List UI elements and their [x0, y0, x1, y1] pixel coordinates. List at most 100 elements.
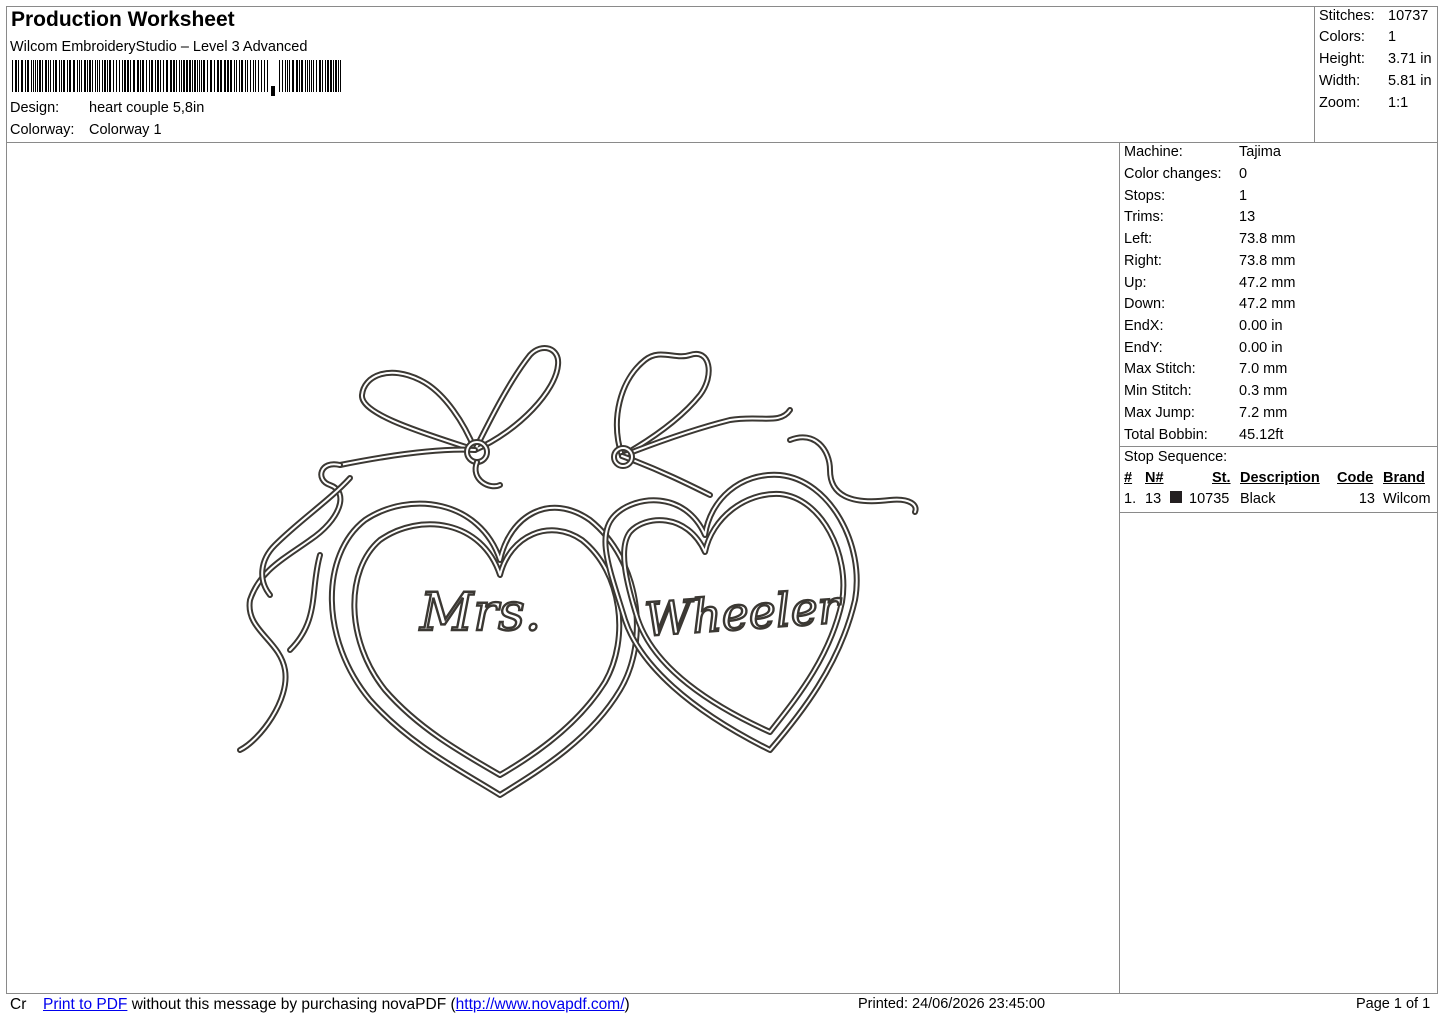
heart-left: [328, 500, 640, 798]
barcode-bar: [279, 60, 280, 92]
row-index: 1.: [1124, 491, 1137, 507]
barcode-bar: [42, 60, 43, 92]
barcode-bar: [140, 60, 141, 92]
design-preview: Mrs. Wheeler: [237, 344, 919, 798]
barcode-bar: [59, 60, 60, 92]
barcode-bar: [107, 60, 108, 92]
barcode-bar: [264, 60, 265, 92]
total-bobbin-label: Total Bobbin:: [1124, 427, 1208, 443]
barcode-bar: [63, 60, 65, 92]
barcode-bar: [84, 60, 86, 92]
barcode-bar: [79, 60, 80, 92]
left-label: Left:: [1124, 231, 1153, 247]
barcode-bar: [27, 60, 29, 92]
barcode-bar: [116, 60, 117, 92]
barcode-bar: [12, 60, 13, 92]
barcode-bar: [289, 60, 290, 92]
barcode-bar: [87, 60, 88, 92]
barcode-bar: [258, 60, 259, 92]
barcode-bar: [137, 60, 139, 92]
barcode-bar: [142, 60, 144, 92]
barcode-bar: [53, 60, 54, 92]
design-text-left: Mrs.: [419, 583, 541, 643]
barcode-bar: [335, 60, 337, 92]
barcode-bar: [234, 60, 235, 92]
barcode-bar: [203, 60, 205, 92]
barcode-bar: [330, 60, 332, 92]
stops-label: Stops:: [1124, 188, 1166, 204]
col-brand-header: Brand: [1383, 470, 1425, 486]
color-changes-value: 0: [1239, 166, 1248, 182]
right-label: Right:: [1124, 253, 1162, 269]
barcode-bar: [267, 60, 268, 92]
footer-prefix: Cr: [10, 996, 27, 1013]
barcode-bar: [220, 60, 222, 92]
barcode-bar: [127, 60, 129, 92]
summary-height-label: Height:: [1319, 51, 1365, 67]
barcode-bar: [241, 60, 243, 92]
barcode-bar: [166, 60, 168, 92]
right-value: 73.8 mm: [1239, 253, 1296, 269]
colorway-value: Colorway 1: [89, 122, 162, 138]
header-divider: [6, 142, 1438, 143]
row-stitches: 10735: [1189, 491, 1230, 507]
barcode-bar: [301, 60, 303, 92]
barcode-bar: [55, 60, 57, 92]
summary-stitches-label: Stitches:: [1319, 8, 1375, 24]
barcode-bar: [210, 60, 212, 92]
footer-suffix: ): [624, 996, 630, 1013]
barcode-bar: [207, 60, 208, 92]
barcode-bar: [18, 60, 19, 92]
left-value: 73.8 mm: [1239, 231, 1296, 247]
novapdf-url-link[interactable]: http://www.novapdf.com/: [456, 996, 625, 1013]
barcode-bar: [95, 60, 96, 92]
barcode-bar: [99, 60, 100, 92]
stops-value: 1: [1239, 188, 1248, 204]
barcode-bar: [133, 60, 135, 92]
barcode-bar: [48, 60, 49, 92]
barcode-bar: [109, 60, 111, 92]
info-stop-divider: [1119, 446, 1438, 447]
barcode-bar: [285, 60, 286, 92]
barcode-bar: [236, 60, 237, 92]
barcode-bar: [173, 60, 175, 92]
barcode-bar: [69, 60, 71, 92]
barcode-bar: [37, 60, 38, 92]
page-title: Production Worksheet: [11, 8, 235, 31]
machine-label: Machine:: [1124, 144, 1183, 160]
max-jump-label: Max Jump:: [1124, 405, 1195, 421]
software-name: Wilcom EmbroideryStudio – Level 3 Advanc…: [10, 39, 308, 55]
max-stitch-value: 7.0 mm: [1239, 361, 1288, 377]
barcode-bar: [250, 60, 251, 92]
print-to-pdf-link[interactable]: Print to PDF: [43, 996, 127, 1013]
barcode-bar: [25, 60, 26, 92]
machine-value: Tajima: [1239, 144, 1281, 160]
summary-width-label: Width:: [1319, 73, 1361, 89]
barcode-bar: [292, 60, 294, 92]
barcode-bar: [179, 60, 180, 92]
barcode-bar: [119, 60, 120, 92]
barcode-bar: [67, 60, 68, 92]
down-value: 47.2 mm: [1239, 296, 1296, 312]
barcode-bar: [287, 60, 288, 92]
barcode-bar: [197, 60, 198, 92]
footer-message: Cr Print to PDF without this message by …: [10, 996, 630, 1014]
barcode-bar: [61, 60, 62, 92]
barcode-bar: [194, 60, 196, 92]
barcode-bar: [146, 60, 147, 92]
barcode-bar: [160, 60, 161, 92]
barcode-bar: [305, 60, 306, 92]
max-jump-value: 7.2 mm: [1239, 405, 1288, 421]
total-bobbin-value: 45.12ft: [1239, 427, 1284, 443]
barcode-bar: [319, 60, 321, 92]
barcode-bar: [327, 60, 329, 92]
barcode-comma: [271, 86, 275, 96]
barcode-bar: [201, 60, 202, 92]
barcode-bar: [104, 60, 106, 92]
max-stitch-label: Max Stitch:: [1124, 361, 1196, 377]
barcode-bar: [307, 60, 308, 92]
summary-width-value: 5.81 in: [1388, 73, 1432, 89]
min-stitch-label: Min Stitch:: [1124, 383, 1192, 399]
barcode-bar: [309, 60, 310, 92]
summary-colors-value: 1: [1388, 29, 1397, 45]
